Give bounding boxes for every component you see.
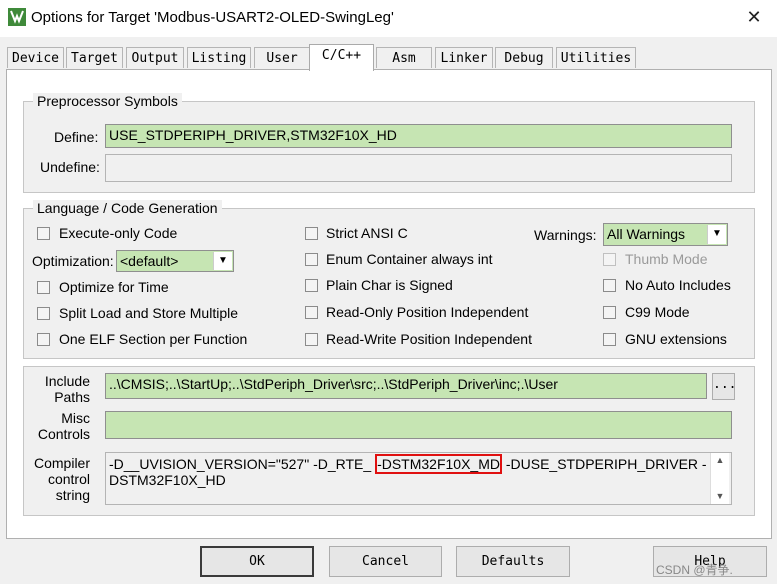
plain-char-checkbox[interactable] <box>305 279 318 292</box>
plain-char-label: Plain Char is Signed <box>326 277 453 293</box>
warnings-label: Warnings: <box>534 227 597 243</box>
tab-asm[interactable]: Asm <box>376 47 432 68</box>
gnu-ext-checkbox[interactable] <box>603 333 616 346</box>
tab-user[interactable]: User <box>254 47 310 68</box>
include-paths-input[interactable]: ..\CMSIS;..\StartUp;..\StdPeriph_Driver\… <box>105 373 707 399</box>
compiler-string-part1: -D__UVISION_VERSION="527" -D_RTE_ <box>109 456 376 472</box>
execute-only-checkbox[interactable] <box>37 227 50 240</box>
scroll-down-icon[interactable]: ▼ <box>711 489 729 503</box>
one-elf-checkbox[interactable] <box>37 333 50 346</box>
define-input[interactable]: USE_STDPERIPH_DRIVER,STM32F10X_HD <box>105 124 732 148</box>
thumb-mode-checkbox[interactable] <box>603 253 616 266</box>
ro-pi-label: Read-Only Position Independent <box>326 304 529 320</box>
chevron-down-icon: ▼ <box>213 252 232 270</box>
chevron-down-icon: ▼ <box>707 225 726 244</box>
gnu-ext-label: GNU extensions <box>625 331 727 347</box>
tab-output[interactable]: Output <box>126 47 184 68</box>
rw-pi-checkbox[interactable] <box>305 333 318 346</box>
scroll-up-icon[interactable]: ▲ <box>711 453 729 467</box>
optimize-time-label: Optimize for Time <box>59 279 169 295</box>
language-group-title: Language / Code Generation <box>33 200 222 216</box>
no-auto-includes-label: No Auto Includes <box>625 277 731 293</box>
tab-debug[interactable]: Debug <box>495 47 553 68</box>
split-load-label: Split Load and Store Multiple <box>59 305 238 321</box>
misc-controls-label: Misc Controls <box>37 410 90 442</box>
undefine-label: Undefine: <box>40 159 100 175</box>
tab-device[interactable]: Device <box>7 47 64 68</box>
include-paths-label: Include Paths <box>44 373 90 405</box>
c99-mode-label: C99 Mode <box>625 304 690 320</box>
no-auto-includes-checkbox[interactable] <box>603 279 616 292</box>
tab-utilities[interactable]: Utilities <box>556 47 636 68</box>
strict-ansi-checkbox[interactable] <box>305 227 318 240</box>
thumb-mode-label: Thumb Mode <box>625 251 708 267</box>
highlighted-define: -DSTM32F10X_MD <box>375 454 502 474</box>
misc-controls-input[interactable] <box>105 411 732 439</box>
close-icon[interactable]: ✕ <box>744 7 764 27</box>
cancel-button[interactable]: Cancel <box>329 546 442 577</box>
undefine-input[interactable] <box>105 154 732 182</box>
rw-pi-label: Read-Write Position Independent <box>326 331 532 347</box>
keil-app-icon <box>7 7 27 27</box>
split-load-checkbox[interactable] <box>37 307 50 320</box>
enum-container-checkbox[interactable] <box>305 253 318 266</box>
one-elf-label: One ELF Section per Function <box>59 331 248 347</box>
warnings-select[interactable]: All Warnings ▼ <box>603 223 728 246</box>
browse-include-button[interactable]: ... <box>712 373 736 400</box>
tab-cpp[interactable]: C/C++ <box>309 44 374 71</box>
warnings-value: All Warnings <box>607 226 686 242</box>
window-title: Options for Target 'Modbus-USART2-OLED-S… <box>31 9 394 26</box>
c99-mode-checkbox[interactable] <box>603 306 616 319</box>
optimization-label: Optimization: <box>32 253 114 269</box>
ok-button[interactable]: OK <box>200 546 314 577</box>
strict-ansi-label: Strict ANSI C <box>326 225 408 241</box>
enum-container-label: Enum Container always int <box>326 251 493 267</box>
tab-linker[interactable]: Linker <box>435 47 493 68</box>
optimization-value: <default> <box>120 253 179 269</box>
preprocessor-group-title: Preprocessor Symbols <box>33 93 182 109</box>
compiler-string-scrollbar[interactable]: ▲ ▼ <box>710 453 729 504</box>
compiler-string-part2: -DUSE_STDPERIPH_DRIVER - <box>501 456 707 472</box>
tab-target[interactable]: Target <box>66 47 123 68</box>
compiler-string-box[interactable]: -D__UVISION_VERSION="527" -D_RTE_ -DSTM3… <box>105 452 732 505</box>
compiler-string-label: Compiler control string <box>33 455 90 503</box>
watermark-text: CSDN @青争. <box>656 563 733 577</box>
execute-only-label: Execute-only Code <box>59 225 178 241</box>
optimization-select[interactable]: <default> ▼ <box>116 250 234 272</box>
ro-pi-checkbox[interactable] <box>305 306 318 319</box>
defaults-button[interactable]: Defaults <box>456 546 570 577</box>
define-label: Define: <box>54 129 99 145</box>
tab-listing[interactable]: Listing <box>187 47 251 68</box>
optimize-time-checkbox[interactable] <box>37 281 50 294</box>
compiler-string-line2: DSTM32F10X_HD <box>109 472 226 488</box>
